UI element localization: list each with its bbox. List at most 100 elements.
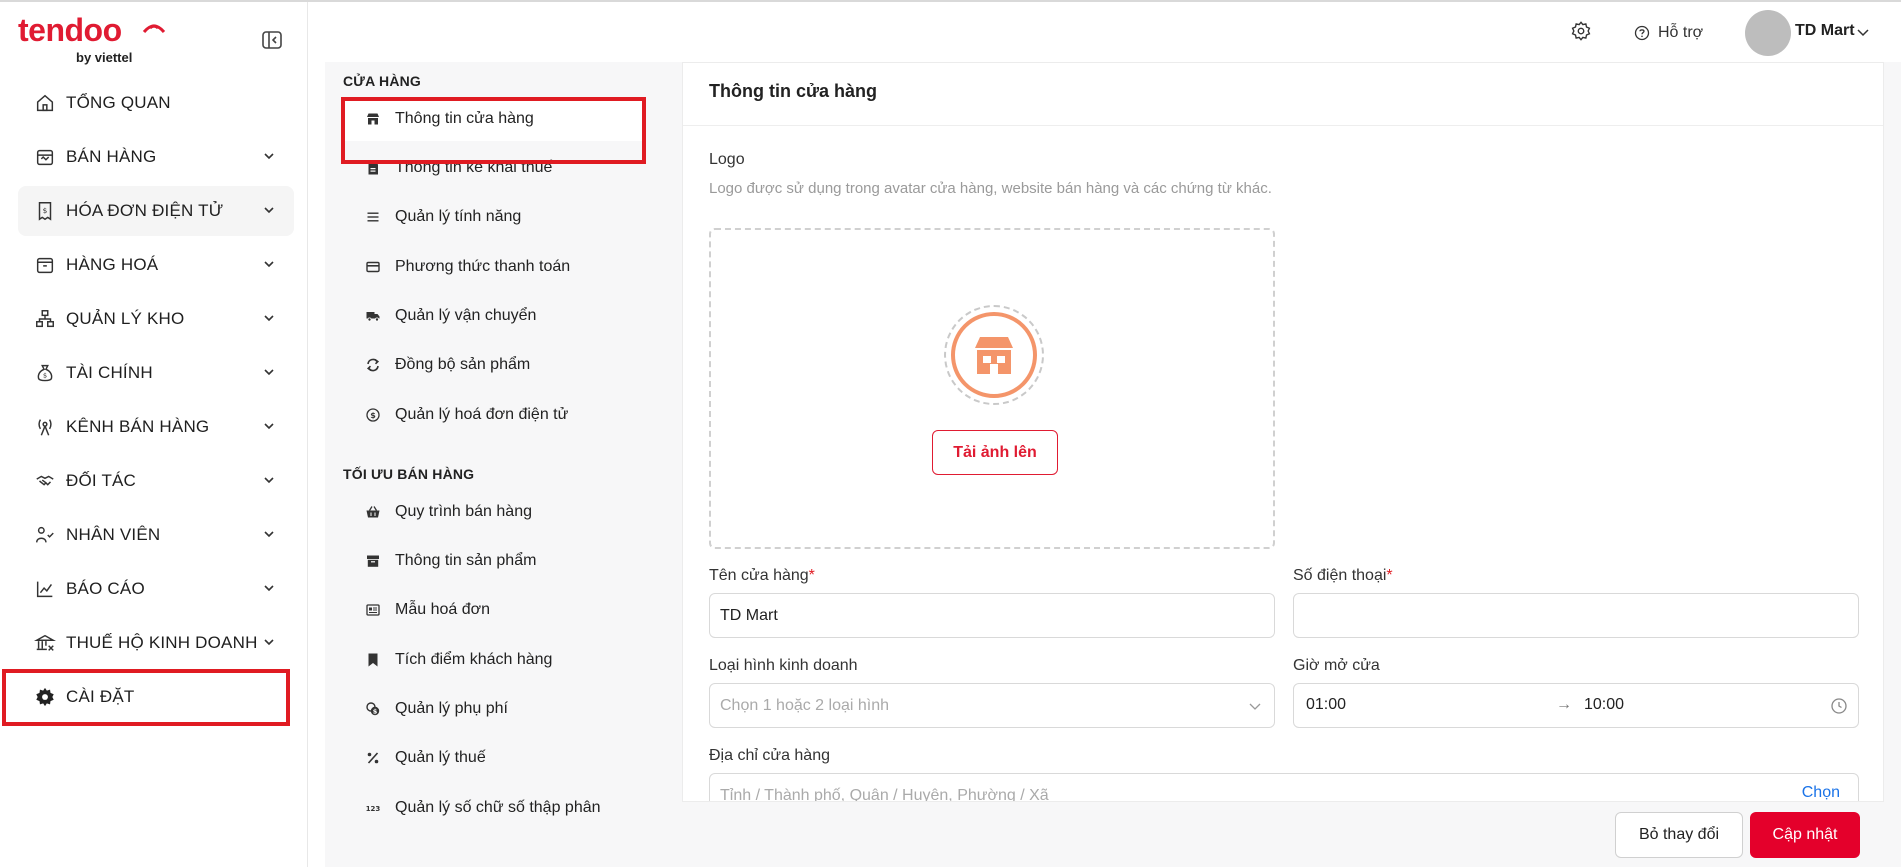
avatar[interactable] bbox=[1745, 10, 1791, 56]
subnav-section-store: CỬA HÀNG bbox=[343, 73, 422, 89]
bookmark-icon bbox=[368, 653, 378, 667]
settings-highlight-box bbox=[2, 669, 290, 726]
upload-image-button[interactable]: Tải ảnh lên bbox=[932, 430, 1058, 475]
sidebar-item-business-tax[interactable]: THUẾ HỘ KINH DOANH bbox=[18, 618, 294, 668]
warehouse-icon bbox=[36, 310, 54, 328]
store-placeholder-ring bbox=[944, 305, 1044, 405]
logo-label: Logo bbox=[709, 151, 745, 168]
staff-icon bbox=[36, 526, 54, 543]
brand-wave-icon bbox=[142, 24, 166, 34]
business-type-label: Loại hình kinh doanh bbox=[709, 657, 858, 674]
phone-label: Số điện thoại* bbox=[1293, 567, 1393, 585]
subnav-item-einvoice-management[interactable]: $ Quản lý hoá đơn điện tử bbox=[343, 393, 645, 437]
subnav-item-label: Quản lý hoá đơn điện tử bbox=[395, 406, 569, 423]
open-time-to[interactable]: 10:00 bbox=[1584, 696, 1624, 714]
sidebar-item-label: BÁO CÁO bbox=[66, 579, 145, 598]
address-input[interactable]: Tỉnh / Thành phố, Quận / Huyện, Phường /… bbox=[709, 773, 1859, 802]
sidebar-item-finance[interactable]: $ TÀI CHÍNH bbox=[18, 348, 294, 398]
broadcast-icon bbox=[38, 419, 52, 436]
subnav-item-label: Mẫu hoá đơn bbox=[395, 601, 490, 618]
subnav-item-tax-management[interactable]: Quản lý thuế bbox=[343, 736, 645, 780]
subnav-item-label: Tích điểm khách hàng bbox=[395, 651, 553, 668]
brand-sub: by viettel bbox=[76, 50, 133, 65]
svg-text:$: $ bbox=[43, 372, 47, 380]
report-chart-icon bbox=[36, 581, 53, 598]
page-title: Thông tin cửa hàng bbox=[709, 81, 878, 101]
chevron-down-icon bbox=[264, 261, 274, 268]
business-type-select[interactable]: Chọn 1 hoặc 2 loại hình bbox=[709, 683, 1275, 728]
title-divider bbox=[683, 125, 1883, 126]
phone-input[interactable] bbox=[1293, 593, 1859, 638]
logo-upload-zone[interactable]: Tải ảnh lên bbox=[709, 228, 1275, 549]
sidebar-item-label: ĐỐI TÁC bbox=[66, 471, 137, 490]
store-info-card: Thông tin cửa hàng Logo Logo được sử dụn… bbox=[682, 62, 1884, 802]
truck-icon bbox=[366, 312, 380, 322]
chevron-down-icon[interactable] bbox=[1856, 25, 1870, 39]
update-button[interactable]: Cập nhật bbox=[1750, 812, 1860, 858]
tax-building-icon bbox=[34, 634, 56, 651]
sidebar-item-label: THUẾ HỘ KINH DOANH bbox=[66, 633, 258, 652]
invoice-icon: $ bbox=[38, 202, 52, 221]
main-sidebar: tendoo by viettel TỔNG QUAN BÁN HÀNG $ H… bbox=[0, 2, 308, 867]
sidebar-item-goods[interactable]: HÀNG HOÁ bbox=[18, 240, 294, 290]
open-time-from[interactable]: 01:00 bbox=[1306, 696, 1346, 714]
subnav-item-decimal-places[interactable]: 123 Quản lý số chữ số thập phân bbox=[343, 786, 645, 830]
subnav-item-label: Thông tin sản phẩm bbox=[395, 552, 537, 569]
address-choose-link[interactable]: Chọn bbox=[1802, 784, 1840, 801]
sidebar-item-warehouse[interactable]: QUẢN LÝ KHO bbox=[18, 294, 294, 344]
store-placeholder bbox=[951, 312, 1037, 398]
box-icon bbox=[36, 257, 54, 274]
subnav-item-product-sync[interactable]: Đồng bộ sản phẩm bbox=[343, 343, 645, 387]
chevron-down-icon bbox=[264, 153, 274, 160]
sidebar-item-partners[interactable]: ĐỐI TÁC bbox=[18, 456, 294, 506]
header-settings-icon[interactable] bbox=[1570, 20, 1592, 42]
address-placeholder: Tỉnh / Thành phố, Quận / Huyện, Phường /… bbox=[720, 786, 1049, 802]
discard-changes-button[interactable]: Bỏ thay đổi bbox=[1615, 812, 1743, 858]
sidebar-item-sales[interactable]: BÁN HÀNG bbox=[18, 132, 294, 182]
chevron-down-icon bbox=[264, 585, 274, 592]
subnav-item-shipping[interactable]: Quản lý vận chuyển bbox=[343, 294, 645, 338]
sidebar-item-reports[interactable]: BÁO CÁO bbox=[18, 564, 294, 614]
subnav-item-sales-process[interactable]: Quy trình bán hàng bbox=[343, 490, 645, 534]
list-icon bbox=[367, 212, 379, 222]
subnav-item-label: Quản lý phụ phí bbox=[395, 700, 508, 717]
opening-hours-range[interactable]: 01:00 → 10:00 bbox=[1293, 683, 1859, 728]
sidebar-item-einvoice[interactable]: $ HÓA ĐƠN ĐIỆN TỬ bbox=[18, 186, 294, 236]
subnav-item-label: Quản lý vận chuyển bbox=[395, 307, 537, 324]
subnav-item-label: Đồng bộ sản phẩm bbox=[395, 356, 531, 373]
subnav-item-payment-methods[interactable]: Phương thức thanh toán bbox=[343, 245, 645, 289]
chevron-down-icon bbox=[264, 315, 274, 322]
store-name-input[interactable]: TD Mart bbox=[709, 593, 1275, 638]
opening-hours-label: Giờ mở cửa bbox=[1293, 657, 1380, 674]
sidebar-item-label: NHÂN VIÊN bbox=[66, 525, 161, 544]
chevron-down-icon bbox=[264, 423, 274, 430]
subnav-item-features[interactable]: Quản lý tính năng bbox=[343, 195, 645, 239]
account-name[interactable]: TD Mart bbox=[1795, 22, 1855, 40]
sidebar-menu: TỔNG QUAN BÁN HÀNG $ HÓA ĐƠN ĐIỆN TỬ HÀN… bbox=[18, 78, 294, 726]
subnav-item-loyalty-points[interactable]: Tích điểm khách hàng bbox=[343, 638, 645, 682]
money-bag-icon: $ bbox=[37, 364, 53, 382]
subnav-item-label: Phương thức thanh toán bbox=[395, 258, 571, 275]
subnav-item-product-info[interactable]: Thông tin sản phẩm bbox=[343, 539, 645, 583]
sidebar-item-label: KÊNH BÁN HÀNG bbox=[66, 417, 210, 436]
sidebar-item-label: QUẢN LÝ KHO bbox=[66, 309, 185, 328]
subnav-item-label: Quy trình bán hàng bbox=[395, 503, 532, 520]
clock-icon bbox=[1831, 698, 1847, 714]
receipt-icon bbox=[366, 604, 380, 616]
time-range-arrow-icon: → bbox=[1556, 696, 1572, 713]
chevron-down-icon bbox=[264, 531, 274, 538]
sidebar-item-label: BÁN HÀNG bbox=[66, 147, 157, 166]
help-button[interactable]: Hỗ trợ bbox=[1634, 22, 1703, 44]
sidebar-collapse-icon[interactable] bbox=[260, 28, 284, 52]
subnav-item-invoice-template[interactable]: Mẫu hoá đơn bbox=[343, 588, 645, 632]
sidebar-item-sales-channels[interactable]: KÊNH BÁN HÀNG bbox=[18, 402, 294, 452]
subnav-item-surcharges[interactable]: $ Quản lý phụ phí bbox=[343, 687, 645, 731]
sidebar-item-staff[interactable]: NHÂN VIÊN bbox=[18, 510, 294, 560]
sidebar-item-overview[interactable]: TỔNG QUAN bbox=[18, 78, 294, 128]
store-name-label-text: Tên cửa hàng bbox=[709, 567, 809, 584]
sidebar-item-label: TÀI CHÍNH bbox=[66, 363, 153, 382]
store-name-label: Tên cửa hàng* bbox=[709, 567, 815, 585]
subnav-item-label: Quản lý thuế bbox=[395, 749, 486, 766]
handshake-icon bbox=[36, 475, 54, 486]
brand-logo[interactable]: tendoo by viettel bbox=[18, 14, 168, 65]
